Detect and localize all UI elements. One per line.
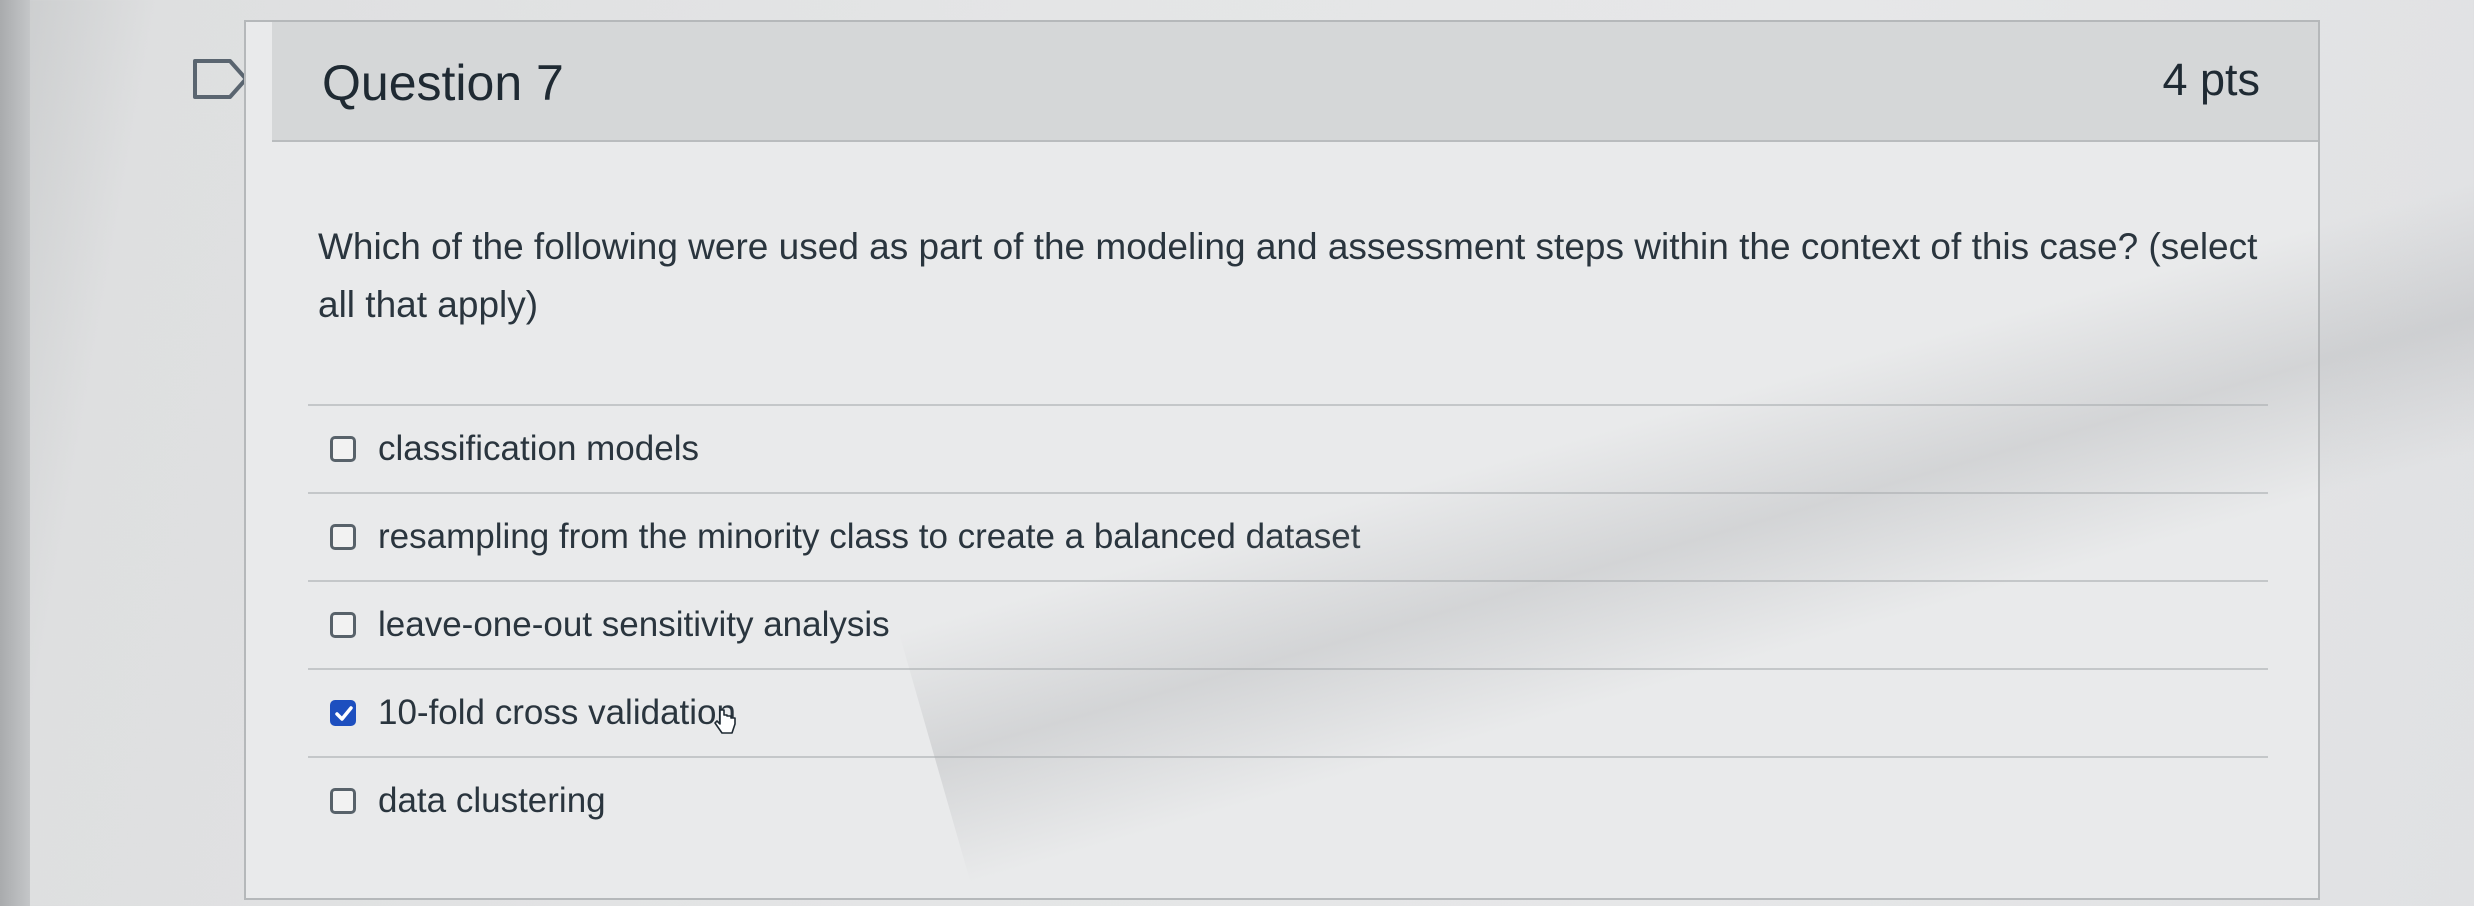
answer-list: classification models resampling from th…	[308, 404, 2268, 844]
answer-option[interactable]: classification models	[308, 404, 2268, 492]
checkbox-icon[interactable]	[330, 524, 356, 550]
checkbox-icon[interactable]	[330, 788, 356, 814]
answer-option[interactable]: leave-one-out sensitivity analysis	[308, 580, 2268, 668]
answer-option[interactable]: data clustering	[308, 756, 2268, 844]
question-card: Question 7 4 pts Which of the following …	[244, 20, 2320, 900]
answer-option[interactable]: resampling from the minority class to cr…	[308, 492, 2268, 580]
answer-label: classification models	[378, 429, 699, 468]
answer-label: resampling from the minority class to cr…	[378, 517, 1361, 556]
page-edge	[0, 0, 30, 906]
checkbox-checked-icon[interactable]	[330, 700, 356, 726]
checkmark-icon	[335, 706, 353, 721]
checkbox-icon[interactable]	[330, 436, 356, 462]
answer-label: data clustering	[378, 781, 606, 820]
question-points: 4 pts	[2162, 54, 2260, 105]
pointer-cursor-icon	[714, 709, 736, 734]
question-text: Which of the following were used as part…	[318, 226, 2258, 325]
question-title: Question 7	[322, 55, 564, 111]
answer-label: leave-one-out sensitivity analysis	[378, 605, 890, 644]
answer-label: 10-fold cross validation	[378, 693, 736, 732]
flag-icon[interactable]	[192, 58, 250, 100]
checkbox-icon[interactable]	[330, 612, 356, 638]
question-header: Question 7 4 pts	[272, 22, 2318, 142]
answer-option[interactable]: 10-fold cross validation	[308, 668, 2268, 756]
